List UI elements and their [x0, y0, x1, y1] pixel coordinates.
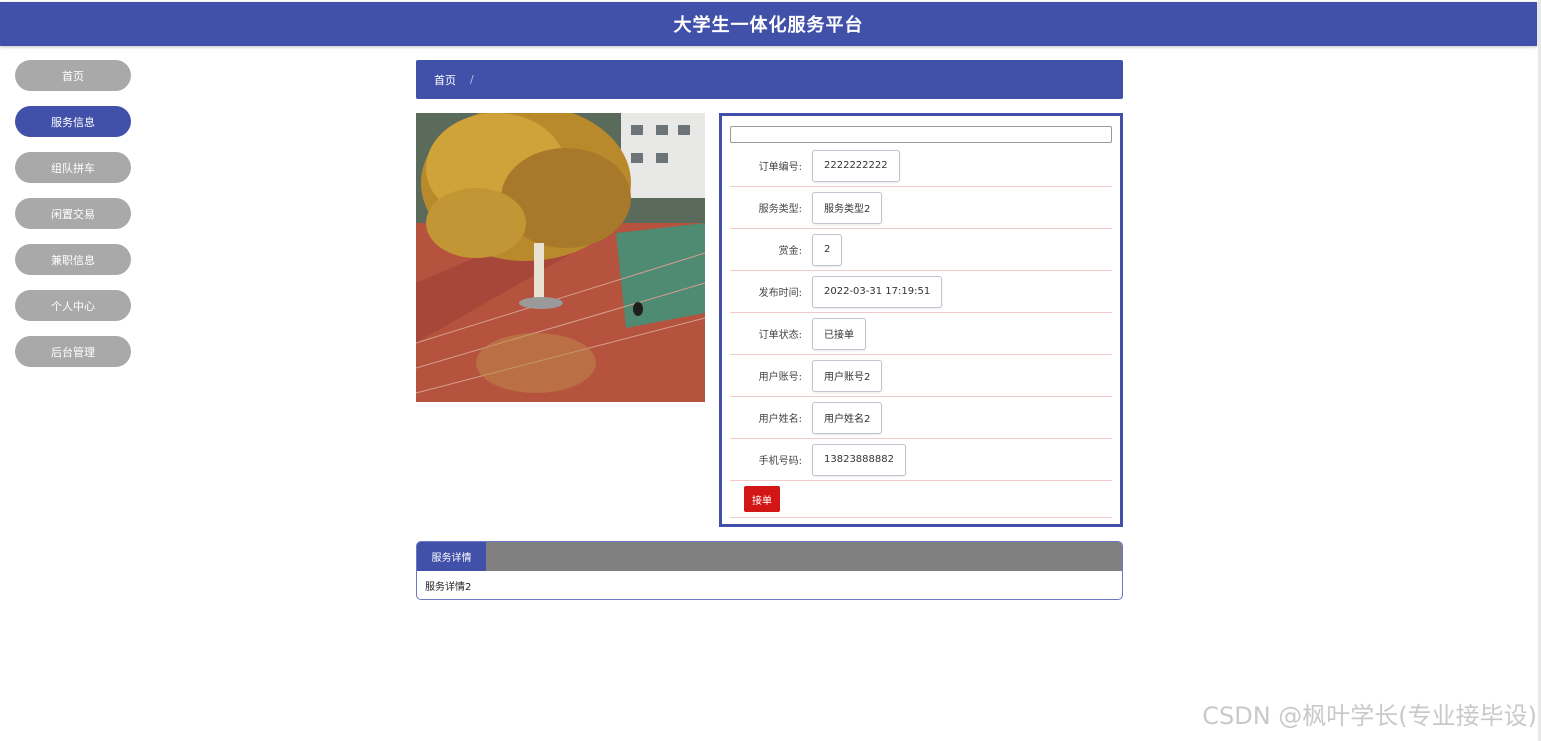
field-value: 用户账号2 [812, 359, 883, 392]
sidebar-item-label: 后台管理 [51, 345, 95, 359]
field-value: 2222222222 [812, 149, 900, 182]
sidebar-item-personal-center[interactable]: 个人中心 [15, 290, 131, 321]
sidebar: 首页 服务信息 组队拼车 闲置交易 兼职信息 个人中心 后台管理 [15, 60, 131, 382]
sidebar-item-label: 个人中心 [51, 299, 95, 313]
accept-order-button[interactable]: 接单 [744, 486, 780, 512]
action-row: 接单 [730, 481, 1112, 518]
sidebar-item-label: 组队拼车 [51, 161, 95, 175]
service-detail-panel: 订单编号: 2222222222 服务类型: 服务类型2 赏金: 2 发布时间:… [719, 113, 1123, 527]
sidebar-item-label: 首页 [62, 69, 84, 83]
breadcrumb-separator: / [470, 73, 474, 86]
site-title: 大学生一体化服务平台 [673, 15, 864, 36]
field-bounty: 赏金: 2 [730, 229, 1112, 271]
tab-bar: 服务详情 [417, 542, 1122, 571]
field-label: 赏金: [778, 246, 802, 257]
watermark: CSDN @枫叶学长(专业接毕设) [1202, 702, 1537, 730]
field-label: 手机号码: [758, 456, 802, 467]
field-value: 2022-03-31 17:19:51 [812, 275, 943, 308]
campus-tree-image [416, 113, 705, 402]
field-value: 服务类型2 [812, 191, 883, 224]
field-label: 发布时间: [758, 288, 802, 299]
field-phone-number: 手机号码: 13823888882 [730, 439, 1112, 481]
sidebar-item-part-time[interactable]: 兼职信息 [15, 244, 131, 275]
breadcrumb-home[interactable]: 首页 [434, 72, 456, 88]
tab-service-details[interactable]: 服务详情 [417, 542, 486, 571]
sidebar-item-admin[interactable]: 后台管理 [15, 336, 131, 367]
service-detail-tabs: 服务详情 服务详情2 [416, 541, 1123, 600]
field-value: 13823888882 [812, 443, 906, 476]
detail-search-input[interactable] [730, 126, 1112, 143]
field-service-type: 服务类型: 服务类型2 [730, 187, 1112, 229]
service-photo [416, 113, 705, 402]
sidebar-item-service-info[interactable]: 服务信息 [15, 106, 131, 137]
field-label: 用户姓名: [758, 414, 802, 425]
field-user-account: 用户账号: 用户账号2 [730, 355, 1112, 397]
sidebar-item-label: 服务信息 [51, 115, 95, 129]
field-value: 用户姓名2 [812, 401, 883, 434]
site-title-bar: 大学生一体化服务平台 [0, 2, 1537, 46]
field-value: 2 [812, 233, 843, 266]
field-label: 订单状态: [758, 330, 802, 341]
field-publish-time: 发布时间: 2022-03-31 17:19:51 [730, 271, 1112, 313]
field-user-name: 用户姓名: 用户姓名2 [730, 397, 1112, 439]
sidebar-item-label: 兼职信息 [51, 253, 95, 267]
field-value: 已接单 [812, 317, 866, 350]
tab-content: 服务详情2 [425, 582, 472, 593]
sidebar-item-second-hand[interactable]: 闲置交易 [15, 198, 131, 229]
field-label: 服务类型: [758, 204, 802, 215]
sidebar-item-label: 闲置交易 [51, 207, 95, 221]
field-order-number: 订单编号: 2222222222 [730, 145, 1112, 187]
sidebar-item-home[interactable]: 首页 [15, 60, 131, 91]
sidebar-item-carpool[interactable]: 组队拼车 [15, 152, 131, 183]
breadcrumb: 首页 / [416, 60, 1123, 99]
field-label: 订单编号: [758, 162, 802, 173]
field-label: 用户账号: [758, 372, 802, 383]
field-order-status: 订单状态: 已接单 [730, 313, 1112, 355]
